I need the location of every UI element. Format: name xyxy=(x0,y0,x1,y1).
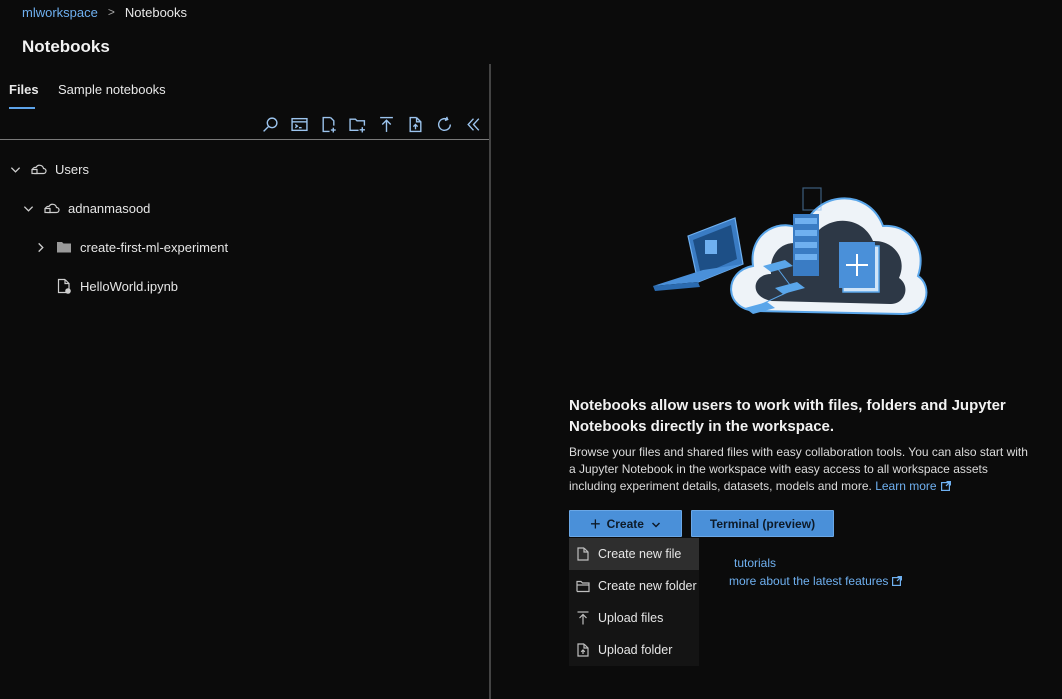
menu-item-label: Upload folder xyxy=(598,643,673,657)
new-folder-icon[interactable] xyxy=(348,115,367,134)
upload-folder-icon xyxy=(576,643,590,657)
create-button-label: Create xyxy=(606,516,644,531)
tab-files[interactable]: Files xyxy=(9,82,39,97)
menu-item-label: Upload files xyxy=(598,611,664,625)
tree-item-user[interactable]: adnanmasood xyxy=(22,198,150,218)
create-dropdown-menu: Create new file Create new folder Upload… xyxy=(569,538,699,666)
upload-icon xyxy=(576,611,590,625)
new-file-icon[interactable] xyxy=(319,115,338,134)
cloud-folder-icon xyxy=(31,161,47,177)
menu-item-upload-folder[interactable]: Upload folder xyxy=(569,634,699,666)
latest-features-link[interactable]: more about the latest features xyxy=(729,574,903,588)
breadcrumb: mlworkspace > Notebooks xyxy=(0,0,1062,24)
chevron-down-icon[interactable] xyxy=(9,163,21,175)
file-toolbar xyxy=(261,114,483,134)
page-title: Notebooks xyxy=(22,37,110,56)
tree-item-notebook-file[interactable]: HelloWorld.ipynb xyxy=(56,276,178,296)
plus-icon: + xyxy=(590,513,601,534)
tree-divider xyxy=(0,139,489,140)
menu-item-label: Create new file xyxy=(598,547,682,561)
intro-description-text: Browse your files and shared files with … xyxy=(569,445,1028,493)
chevron-down-icon[interactable] xyxy=(22,202,34,214)
new-file-icon xyxy=(576,547,590,561)
upload-icon[interactable] xyxy=(377,115,396,134)
tree-item-label: Users xyxy=(55,161,89,177)
tree-item-users[interactable]: Users xyxy=(9,159,89,179)
folder-icon xyxy=(56,239,72,255)
breadcrumb-current: Notebooks xyxy=(124,4,188,20)
intro-headline: Notebooks allow users to work with files… xyxy=(569,397,1006,435)
tree-item-label: HelloWorld.ipynb xyxy=(80,278,179,294)
search-icon[interactable] xyxy=(261,115,280,134)
tree-item-label: create-first-ml-experiment xyxy=(80,239,229,255)
intro-description: Browse your files and shared files with … xyxy=(569,444,1029,495)
tab-sample-notebooks[interactable]: Sample notebooks xyxy=(58,82,166,97)
external-link-icon xyxy=(940,479,951,492)
cloud-notebook-illustration xyxy=(653,187,928,316)
chevron-down-icon xyxy=(651,519,661,529)
latest-features-label: more about the latest features xyxy=(729,574,889,588)
collapse-panel-icon[interactable] xyxy=(464,115,483,134)
active-tab-indicator xyxy=(9,107,35,109)
external-link-icon xyxy=(892,575,903,587)
learn-more-link[interactable]: Learn more xyxy=(875,479,936,493)
chevron-right-icon: > xyxy=(107,5,115,19)
menu-item-create-new-file[interactable]: Create new file xyxy=(569,538,699,570)
terminal-icon[interactable] xyxy=(290,115,309,134)
menu-item-create-new-folder[interactable]: Create new folder xyxy=(569,570,699,602)
upload-folder-icon[interactable] xyxy=(406,115,425,134)
notebook-file-icon xyxy=(56,278,72,294)
refresh-icon[interactable] xyxy=(435,115,454,134)
file-explorer-panel: Files Sample notebooks Users adnanmasood… xyxy=(0,64,491,699)
create-button[interactable]: + Create xyxy=(569,510,682,537)
menu-item-upload-files[interactable]: Upload files xyxy=(569,602,699,634)
chevron-right-icon[interactable] xyxy=(34,241,46,253)
tree-item-label: adnanmasood xyxy=(68,200,151,216)
tutorials-link[interactable]: tutorials xyxy=(734,556,776,570)
terminal-preview-button[interactable]: Terminal (preview) xyxy=(691,510,834,537)
tree-item-folder[interactable]: create-first-ml-experiment xyxy=(34,237,228,257)
breadcrumb-workspace-link[interactable]: mlworkspace xyxy=(22,5,98,20)
cloud-folder-icon xyxy=(44,200,60,216)
new-folder-icon xyxy=(576,579,590,593)
welcome-panel: Notebooks allow users to work with files… xyxy=(493,64,1062,699)
explorer-tabs: Files Sample notebooks xyxy=(0,64,489,110)
menu-item-label: Create new folder xyxy=(598,579,697,593)
